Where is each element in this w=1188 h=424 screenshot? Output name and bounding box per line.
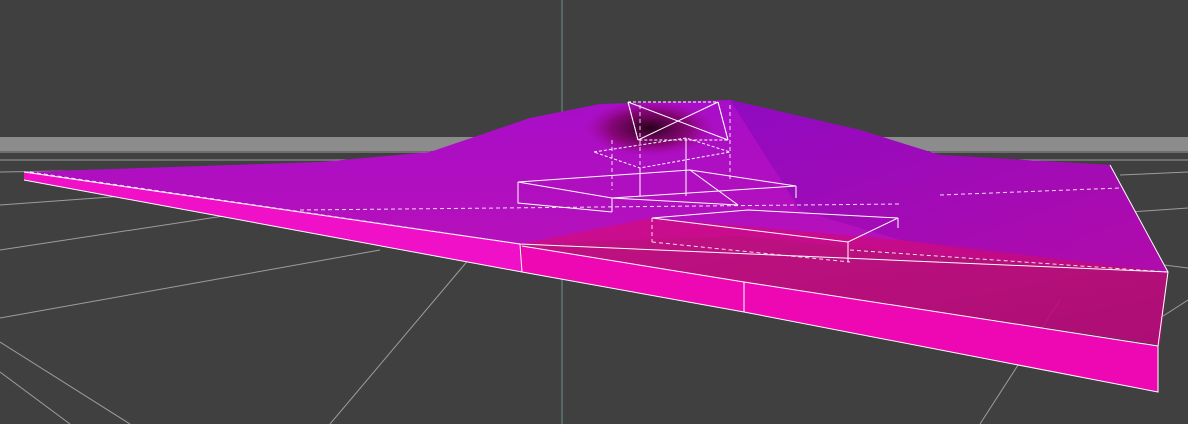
3d-viewport[interactable] (0, 0, 1188, 424)
scene-canvas[interactable] (0, 0, 1188, 424)
